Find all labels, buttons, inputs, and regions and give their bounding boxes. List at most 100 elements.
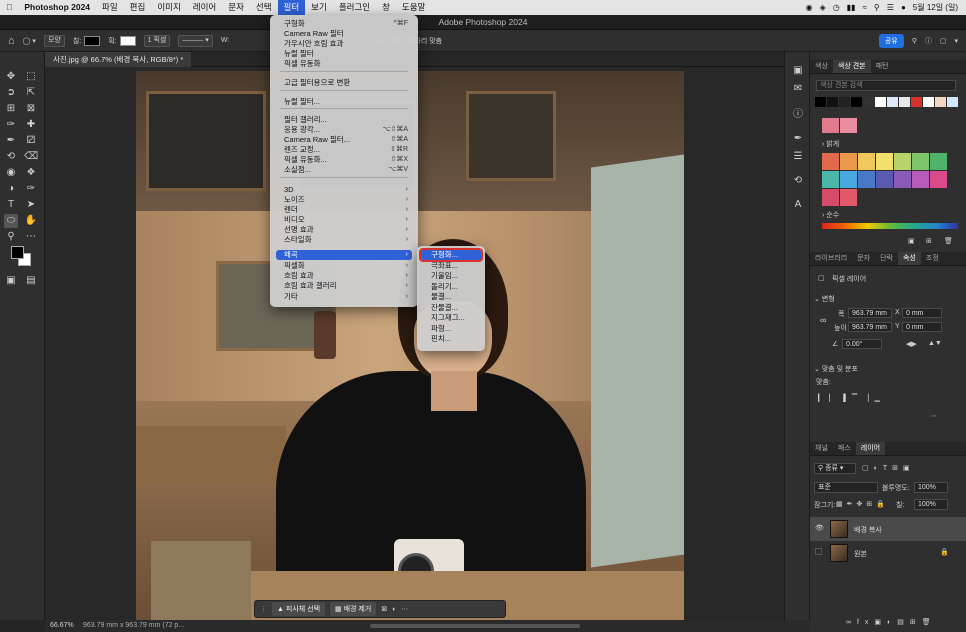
layer-name[interactable]: 배경 복사	[854, 525, 882, 535]
filter-menu-item[interactable]: 가우시안 흐림 효과	[276, 39, 412, 49]
x-input[interactable]: 0 mm	[902, 308, 942, 318]
dodge-tool-icon[interactable]: ◑	[4, 182, 18, 196]
brush-settings-icon[interactable]: ✒	[791, 132, 805, 146]
lock-icon[interactable]: 🔒	[940, 548, 949, 556]
layer-row[interactable]: 원본 🔒	[810, 541, 966, 565]
distort-submenu-item[interactable]: 핀치...	[421, 334, 481, 344]
quick-mask-icon[interactable]: ▣	[4, 274, 18, 288]
help-icon[interactable]: ⓘ	[925, 36, 932, 46]
tab-adjustments[interactable]: 조정	[921, 252, 944, 265]
path-select-tool-icon[interactable]: ➤	[24, 198, 38, 212]
angle-input[interactable]: 0.00°	[842, 339, 882, 349]
menu-help[interactable]: 도움말	[396, 0, 431, 15]
tab-paths[interactable]: 패스	[833, 442, 856, 455]
status-datetime[interactable]: 5월 12일 (일)	[913, 2, 958, 13]
frame-tool-icon[interactable]: ⊠	[24, 102, 38, 116]
filter-menu-item[interactable]: 응용 광각... ⌥⇧⌘A	[276, 125, 412, 135]
crop-tool-icon[interactable]: ⊞	[4, 102, 18, 116]
more-options-icon[interactable]: ⋯	[401, 605, 408, 613]
document-size[interactable]: 963.79 mm x 963.79 mm (72 p...	[83, 620, 184, 632]
eraser-tool-icon[interactable]: ⌫	[24, 150, 38, 164]
transform-section[interactable]: ⌄ 변형	[814, 294, 835, 304]
status-search-icon[interactable]: ⚲	[874, 3, 880, 12]
more-tools-icon[interactable]: ⋯	[24, 230, 38, 244]
distort-submenu-item[interactable]: 극좌표...	[421, 261, 481, 271]
color-swatch[interactable]	[876, 171, 893, 188]
tab-color[interactable]: 색상	[810, 60, 833, 73]
color-swatch[interactable]	[840, 153, 857, 170]
filter-menu-item[interactable]: 3D ›	[276, 185, 412, 195]
hand-tool-icon[interactable]: ✋	[24, 214, 38, 228]
link-icon[interactable]: ∞	[820, 315, 826, 325]
filter-menu-item[interactable]: 렌즈 교정... ⇧⌘R	[276, 145, 412, 155]
healing-brush-tool-icon[interactable]: ✚	[24, 118, 38, 132]
color-swatch[interactable]	[887, 97, 898, 107]
filter-menu-item[interactable]: 구형화 ^⌘F	[276, 19, 412, 29]
info-icon[interactable]: ⓘ	[791, 108, 805, 122]
apple-icon[interactable]: 	[0, 0, 18, 15]
filter-menu-item[interactable]: 기타 ›	[276, 292, 412, 302]
layer-action-icons[interactable]: ∞fx▣◐▤⊞🗑	[846, 618, 937, 626]
foreground-color-swatch[interactable]	[11, 246, 24, 259]
menu-plugins[interactable]: 플러그인	[333, 0, 376, 15]
menu-window[interactable]: 창	[376, 0, 396, 15]
distort-submenu-item[interactable]: 파형...	[421, 324, 481, 334]
color-swatch[interactable]	[935, 97, 946, 107]
filter-menu-item[interactable]: 스타일화 ›	[276, 235, 412, 245]
color-swatch[interactable]	[894, 153, 911, 170]
blend-mode-select[interactable]: 표준	[814, 482, 878, 493]
color-swatch[interactable]	[947, 97, 958, 107]
horizontal-scrollbar[interactable]	[370, 624, 580, 628]
color-swatch[interactable]	[899, 97, 910, 107]
color-swatch[interactable]	[840, 171, 857, 188]
distort-submenu-item[interactable]: 기울임...	[421, 271, 481, 281]
type-tool-icon[interactable]: T	[4, 198, 18, 212]
filter-menu-item[interactable]: 소실점... ⌥⌘V	[276, 165, 412, 175]
object-select-tool-icon[interactable]: ⇱	[24, 86, 38, 100]
filter-menu-item[interactable]: 픽셀 유동화	[276, 59, 412, 69]
color-swatch[interactable]	[839, 97, 850, 107]
drag-handle-icon[interactable]: ⋮	[260, 605, 267, 613]
zoom-level[interactable]: 66.67%	[50, 620, 74, 632]
tab-libraries[interactable]: 라이브러리	[810, 252, 852, 265]
align-buttons[interactable]: ▎▏▐▔▕▁	[818, 394, 886, 402]
filter-menu-item[interactable]: 흐림 효과 ›	[276, 271, 412, 281]
filter-menu-item[interactable]: 비디오 ›	[276, 215, 412, 225]
menu-view[interactable]: 보기	[305, 0, 333, 15]
tab-properties[interactable]: 속성	[897, 252, 921, 265]
swatch-group-bright[interactable]: › 밝게	[822, 139, 839, 149]
new-group-icon[interactable]: ▣	[908, 237, 915, 245]
distort-submenu-item[interactable]: 구형화...	[419, 248, 483, 262]
menu-filter[interactable]: 필터	[277, 0, 306, 15]
filter-menu-item[interactable]: 뉴럴 필터...	[276, 97, 412, 107]
menu-edit[interactable]: 편집	[124, 0, 152, 15]
history-brush-tool-icon[interactable]: ⟲	[4, 150, 18, 164]
color-swatch[interactable]	[822, 189, 839, 206]
opacity-input[interactable]: 100%	[914, 482, 948, 493]
brush-tool-icon[interactable]: ✒	[4, 134, 18, 148]
document-tab[interactable]: 사진.jpg @ 66.7% (배경 복사, RGB/8*) *	[45, 52, 192, 67]
lock-icons[interactable]: ▦✒✥⊞🔒	[836, 500, 889, 508]
color-swatch[interactable]	[923, 97, 934, 107]
flip-vertical-icon[interactable]: ▲▼	[928, 340, 942, 347]
screen-mode-icon[interactable]: ▤	[24, 274, 38, 288]
color-swatch[interactable]	[875, 97, 886, 107]
filter-menu-item[interactable]: Camera Raw 필터... ⇧⌘A	[276, 135, 412, 145]
stroke-swatch[interactable]	[119, 35, 136, 46]
mask-icon[interactable]: ◐	[392, 606, 396, 613]
fill-swatch[interactable]	[84, 35, 101, 46]
color-swatch[interactable]	[930, 171, 947, 188]
adjustments-icon[interactable]: ☰	[791, 150, 805, 164]
menu-image[interactable]: 이미지	[151, 0, 186, 15]
visibility-eye-icon[interactable]: 👁	[815, 524, 824, 532]
layer-name[interactable]: 원본	[854, 549, 867, 559]
stroke-width-input[interactable]: 1 픽셀	[143, 34, 171, 47]
glyphs-icon[interactable]: A	[791, 198, 805, 212]
distort-submenu-item[interactable]: 돌리기...	[421, 282, 481, 292]
move-tool-icon[interactable]: ✥	[4, 70, 18, 84]
swatch-pure-row[interactable]	[822, 223, 958, 229]
filter-menu-item[interactable]: Camera Raw 필터	[276, 29, 412, 39]
tab-swatches[interactable]: 색상 견본	[832, 60, 871, 73]
width-input[interactable]: 963.79 mm	[848, 308, 892, 318]
fill-input[interactable]: 100%	[914, 499, 948, 510]
